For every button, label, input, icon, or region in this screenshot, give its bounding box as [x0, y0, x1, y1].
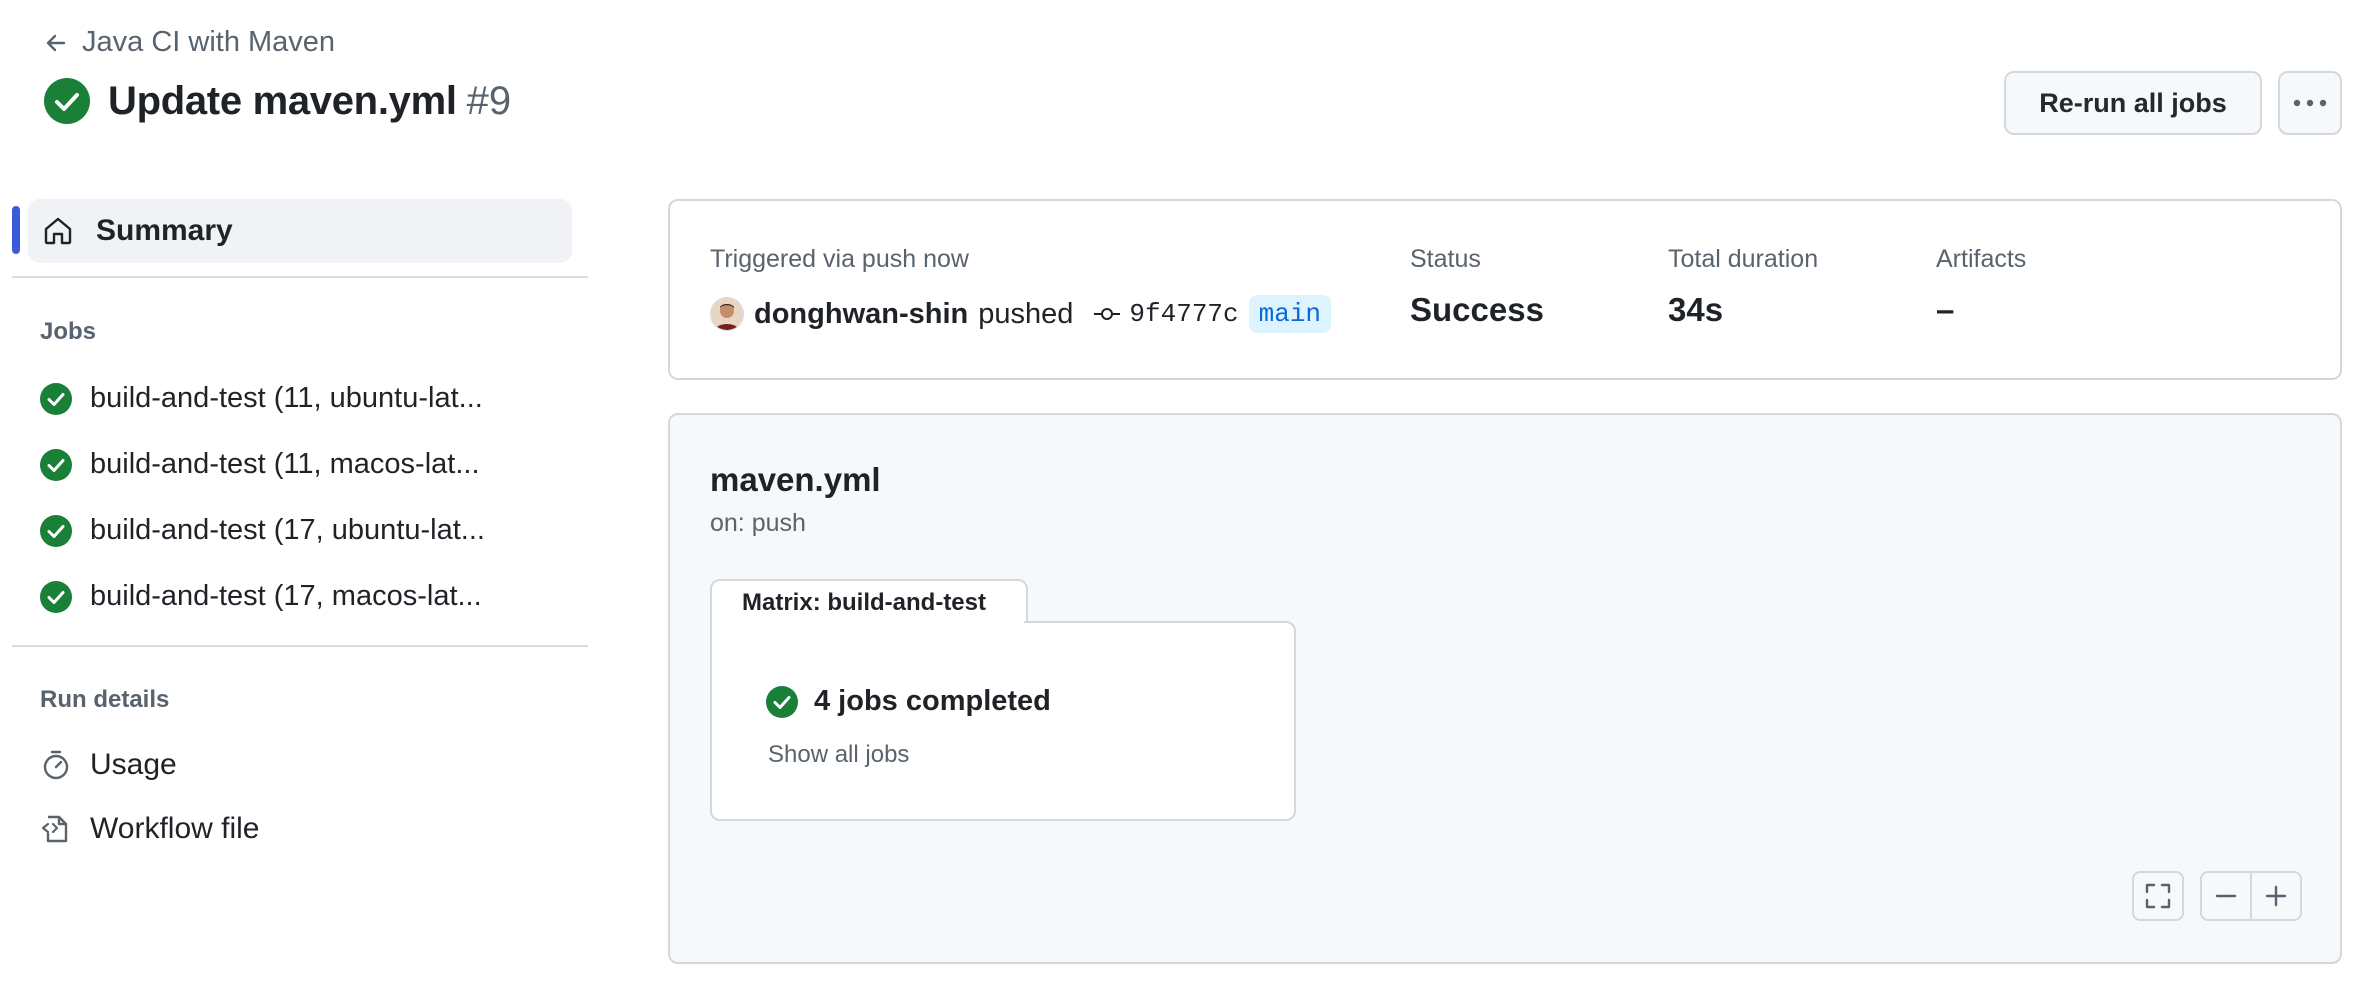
page-title: Update maven.yml #9 [44, 78, 511, 124]
back-link-label: Java CI with Maven [82, 26, 336, 58]
git-commit-icon [1093, 306, 1121, 322]
workflow-trigger: on: push [710, 509, 806, 537]
arrow-left-icon [44, 31, 68, 55]
artifacts-label: Artifacts [1936, 245, 2027, 273]
workflow-graph-panel: maven.yml on: push Matrix: build-and-tes… [668, 413, 2342, 964]
status-value: Success [1410, 291, 1544, 328]
stopwatch-icon [40, 749, 72, 781]
run-details-heading: Run details [40, 686, 170, 713]
job-label: build-and-test (17, ubuntu-lat... [90, 514, 485, 546]
status-label: Status [1410, 245, 1481, 273]
action-text: pushed [978, 297, 1074, 330]
sidebar-item-label: Summary [96, 214, 233, 247]
rerun-all-jobs-button[interactable]: Re-run all jobs [2004, 71, 2262, 135]
trigger-details: donghwan-shin pushed 9f4777c main [710, 295, 1332, 333]
tab-joint [712, 619, 1024, 625]
home-icon [42, 215, 74, 247]
sidebar-item-summary[interactable]: Summary [28, 199, 572, 263]
active-indicator [12, 206, 20, 254]
fullscreen-button[interactable] [2132, 871, 2184, 921]
plus-icon [2264, 884, 2288, 908]
sidebar-divider [12, 645, 588, 647]
commit-link[interactable]: 9f4777c [1093, 299, 1239, 329]
zoom-in-button[interactable] [2250, 871, 2302, 921]
success-check-icon [40, 448, 72, 481]
fullscreen-icon [2144, 882, 2172, 910]
run-summary-card: Triggered via push now donghwan-shin pus… [668, 199, 2342, 380]
sidebar-item-job[interactable]: build-and-test (17, ubuntu-lat... [40, 514, 580, 547]
success-check-icon [40, 580, 72, 613]
avatar[interactable] [710, 297, 744, 331]
sidebar-divider [12, 276, 588, 278]
run-number: #9 [466, 78, 512, 123]
branch-badge[interactable]: main [1248, 295, 1332, 333]
matrix-job-box[interactable]: 4 jobs completed Show all jobs [710, 621, 1296, 821]
back-link[interactable]: Java CI with Maven [44, 26, 335, 59]
job-label: build-and-test (11, ubuntu-lat... [90, 382, 483, 414]
workflow-name: maven.yml [710, 461, 881, 498]
run-title: Update maven.yml [108, 78, 457, 123]
kebab-horizontal-icon [2293, 99, 2327, 107]
success-check-icon [40, 382, 72, 415]
sidebar-item-job[interactable]: build-and-test (11, macos-lat... [40, 448, 580, 481]
commit-sha: 9f4777c [1129, 299, 1239, 329]
jobs-completed: 4 jobs completed [766, 685, 1051, 718]
jobs-heading: Jobs [40, 318, 97, 345]
show-all-jobs-link[interactable]: Show all jobs [768, 741, 909, 769]
usage-label: Usage [90, 748, 177, 781]
workflow-file-label: Workflow file [90, 812, 260, 845]
job-label: build-and-test (11, macos-lat... [90, 448, 480, 480]
sidebar-item-usage[interactable]: Usage [40, 748, 177, 782]
zoom-out-button[interactable] [2200, 871, 2252, 921]
more-options-button[interactable] [2278, 71, 2342, 135]
duration-label: Total duration [1668, 245, 1819, 273]
success-check-icon [766, 685, 798, 718]
success-check-icon [40, 514, 72, 547]
user-link[interactable]: donghwan-shin [754, 298, 968, 331]
duration-value: 34s [1668, 291, 1724, 328]
sidebar-item-job[interactable]: build-and-test (11, ubuntu-lat... [40, 382, 580, 415]
success-check-icon [44, 78, 90, 124]
minus-icon [2214, 884, 2238, 908]
jobs-completed-label: 4 jobs completed [814, 685, 1051, 717]
job-label: build-and-test (17, macos-lat... [90, 580, 482, 612]
sidebar-item-workflow-file[interactable]: Workflow file [40, 812, 259, 846]
sidebar-item-job[interactable]: build-and-test (17, macos-lat... [40, 580, 580, 613]
artifacts-value: – [1936, 291, 1955, 328]
triggered-label: Triggered via push now [710, 245, 969, 273]
file-code-icon [40, 813, 72, 845]
